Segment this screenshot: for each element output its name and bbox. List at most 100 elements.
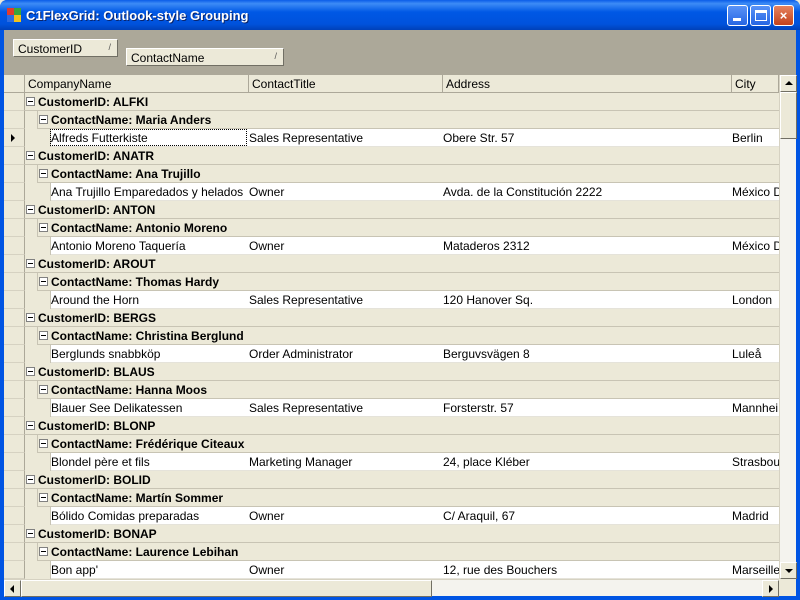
collapse-toggle-icon[interactable] xyxy=(26,205,35,214)
scroll-up-button[interactable] xyxy=(780,75,797,92)
cell-companyname[interactable]: Blondel père et fils xyxy=(51,455,249,469)
row-header[interactable] xyxy=(4,417,25,435)
column-header-contacttitle[interactable]: ContactTitle xyxy=(249,75,443,93)
cell-contacttitle[interactable]: Sales Representative xyxy=(249,131,443,145)
table-row[interactable]: Bon app' Owner 12, rue des Bouchers Marseil… xyxy=(4,561,779,579)
cell-contacttitle[interactable]: Owner xyxy=(249,563,443,577)
cell-address[interactable]: Mataderos 2312 xyxy=(443,239,732,253)
group-row-customer[interactable]: CustomerID: ALFKI xyxy=(4,93,779,111)
cell-city[interactable]: México D xyxy=(732,185,779,199)
cell-address[interactable]: Forsterstr. 57 xyxy=(443,401,732,415)
collapse-toggle-icon[interactable] xyxy=(39,115,48,124)
flex-grid[interactable]: CompanyName ContactTitle Address City Cu… xyxy=(4,75,779,579)
cell-city[interactable]: Marseille xyxy=(732,563,779,577)
row-header[interactable] xyxy=(4,399,25,417)
group-chip-customerid[interactable]: CustomerID / xyxy=(13,39,118,57)
row-header[interactable] xyxy=(4,327,25,345)
app-icon[interactable] xyxy=(6,7,22,23)
table-row[interactable]: Bólido Comidas preparadas Owner C/ Araquil… xyxy=(4,507,779,525)
collapse-toggle-icon[interactable] xyxy=(26,151,35,160)
row-header[interactable] xyxy=(4,291,25,309)
cell-address[interactable]: Berguvsvägen 8 xyxy=(443,347,732,361)
minimize-button[interactable] xyxy=(727,5,748,26)
horizontal-scroll-thumb[interactable] xyxy=(21,580,432,597)
table-row[interactable]: Blauer See Delikatessen Sales Representat… xyxy=(4,399,779,417)
group-row-contact[interactable]: ContactName: Ana Trujillo xyxy=(4,165,779,183)
row-header[interactable] xyxy=(4,507,25,525)
cell-contacttitle[interactable]: Owner xyxy=(249,185,443,199)
group-row-contact[interactable]: ContactName: Christina Berglund xyxy=(4,327,779,345)
row-header[interactable] xyxy=(4,363,25,381)
cell-address[interactable]: 24, place Kléber xyxy=(443,455,732,469)
cell-companyname[interactable]: Berglunds snabbköp xyxy=(51,347,249,361)
row-header[interactable] xyxy=(4,345,25,363)
cell-city[interactable]: Luleå xyxy=(732,347,779,361)
group-row-customer[interactable]: CustomerID: BLONP xyxy=(4,417,779,435)
group-row-contact[interactable]: ContactName: Hanna Moos xyxy=(4,381,779,399)
group-row-customer[interactable]: CustomerID: ANTON xyxy=(4,201,779,219)
group-row-contact[interactable]: ContactName: Antonio Moreno xyxy=(4,219,779,237)
group-row-customer[interactable]: CustomerID: BERGS xyxy=(4,309,779,327)
group-row-customer[interactable]: CustomerID: BOLID xyxy=(4,471,779,489)
group-row-customer[interactable]: CustomerID: BLAUS xyxy=(4,363,779,381)
collapse-toggle-icon[interactable] xyxy=(26,313,35,322)
close-button[interactable]: × xyxy=(773,5,794,26)
collapse-toggle-icon[interactable] xyxy=(26,421,35,430)
scroll-down-button[interactable] xyxy=(780,562,797,579)
cell-address[interactable]: Obere Str. 57 xyxy=(443,131,732,145)
collapse-toggle-icon[interactable] xyxy=(39,547,48,556)
group-row-contact[interactable]: ContactName: Laurence Lebihan xyxy=(4,543,779,561)
group-row-contact[interactable]: ContactName: Frédérique Citeaux xyxy=(4,435,779,453)
row-header[interactable] xyxy=(4,165,25,183)
collapse-toggle-icon[interactable] xyxy=(39,331,48,340)
vertical-scroll-thumb[interactable] xyxy=(780,92,797,139)
row-header[interactable] xyxy=(4,543,25,561)
table-row[interactable]: Antonio Moreno Taquería Owner Mataderos 23… xyxy=(4,237,779,255)
maximize-button[interactable] xyxy=(750,5,771,26)
collapse-toggle-icon[interactable] xyxy=(26,367,35,376)
cell-companyname[interactable]: Blauer See Delikatessen xyxy=(51,401,249,415)
cell-address[interactable]: 12, rue des Bouchers xyxy=(443,563,732,577)
row-header[interactable] xyxy=(4,309,25,327)
row-header[interactable] xyxy=(4,183,25,201)
cell-contacttitle[interactable]: Owner xyxy=(249,239,443,253)
group-row-contact[interactable]: ContactName: Maria Anders xyxy=(4,111,779,129)
row-header[interactable] xyxy=(4,471,25,489)
horizontal-scrollbar[interactable] xyxy=(4,579,779,597)
row-header[interactable] xyxy=(4,525,25,543)
row-header[interactable] xyxy=(4,435,25,453)
cell-city[interactable]: Mannhei xyxy=(732,401,779,415)
table-row[interactable]: Berglunds snabbköp Order Administrator Ber… xyxy=(4,345,779,363)
cell-contacttitle[interactable]: Marketing Manager xyxy=(249,455,443,469)
cell-city[interactable]: London xyxy=(732,293,779,307)
cell-companyname[interactable]: Antonio Moreno Taquería xyxy=(51,239,249,253)
vertical-scrollbar[interactable] xyxy=(779,75,797,579)
collapse-toggle-icon[interactable] xyxy=(26,259,35,268)
group-row-customer[interactable]: CustomerID: ANATR xyxy=(4,147,779,165)
row-header[interactable] xyxy=(4,147,25,165)
cell-city[interactable]: Strasbou xyxy=(732,455,779,469)
cell-contacttitle[interactable]: Sales Representative xyxy=(249,293,443,307)
row-header[interactable] xyxy=(4,129,25,147)
column-header-address[interactable]: Address xyxy=(443,75,732,93)
table-row[interactable]: Blondel père et fils Marketing Manager 24,… xyxy=(4,453,779,471)
title-bar[interactable]: C1FlexGrid: Outlook-style Grouping × xyxy=(0,0,800,30)
cell-address[interactable]: 120 Hanover Sq. xyxy=(443,293,732,307)
group-row-customer[interactable]: CustomerID: BONAP xyxy=(4,525,779,543)
cell-city[interactable]: México D xyxy=(732,239,779,253)
collapse-toggle-icon[interactable] xyxy=(39,223,48,232)
group-row-contact[interactable]: ContactName: Martín Sommer xyxy=(4,489,779,507)
collapse-toggle-icon[interactable] xyxy=(39,277,48,286)
cell-contacttitle[interactable]: Order Administrator xyxy=(249,347,443,361)
row-header[interactable] xyxy=(4,453,25,471)
row-header[interactable] xyxy=(4,273,25,291)
collapse-toggle-icon[interactable] xyxy=(26,97,35,106)
cell-address[interactable]: C/ Araquil, 67 xyxy=(443,509,732,523)
row-header[interactable] xyxy=(4,255,25,273)
collapse-toggle-icon[interactable] xyxy=(39,493,48,502)
table-row[interactable]: Ana Trujillo Emparedados y helados Owner A… xyxy=(4,183,779,201)
cell-companyname[interactable]: Bon app' xyxy=(51,563,249,577)
row-header[interactable] xyxy=(4,561,25,579)
collapse-toggle-icon[interactable] xyxy=(39,385,48,394)
row-header[interactable] xyxy=(4,381,25,399)
